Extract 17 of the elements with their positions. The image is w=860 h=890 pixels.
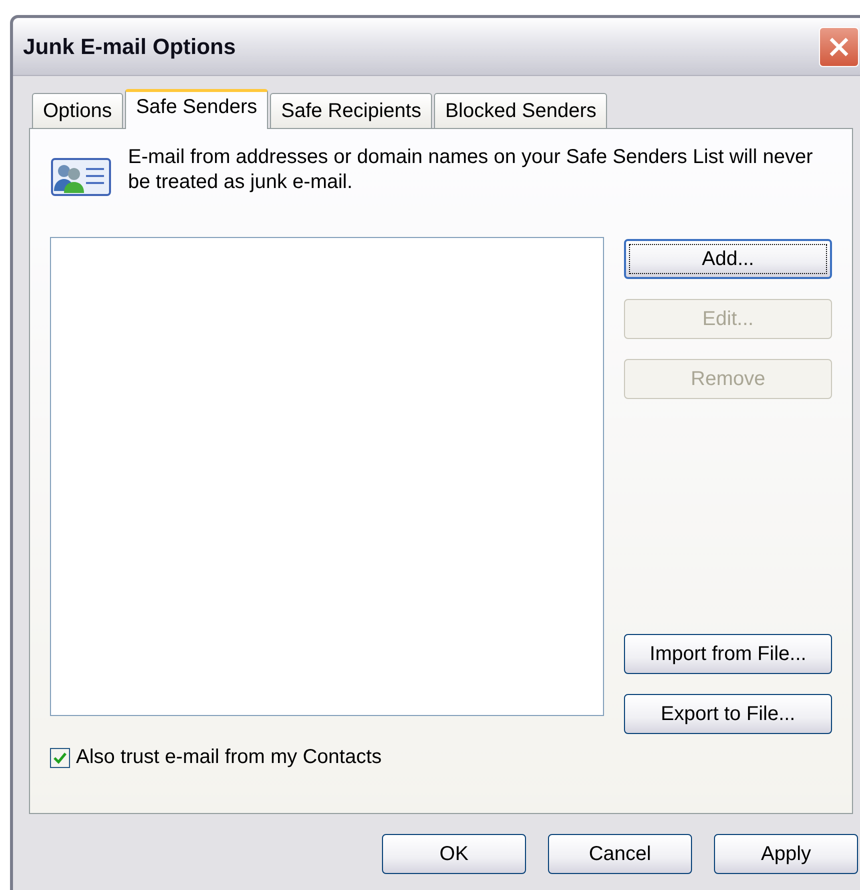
tab[interactable]: Safe Recipients [270,93,432,128]
tab[interactable]: Blocked Senders [434,93,608,128]
contacts-card-icon [50,157,112,197]
checkbox-label[interactable]: Also trust e-mail from my Contacts [76,746,382,769]
window-title: Junk E-mail Options [23,34,236,60]
dialog-button[interactable]: Apply [714,834,858,874]
check-icon [53,752,67,764]
side-button[interactable]: Import from File... [624,634,832,674]
tab[interactable]: Safe Senders [124,89,268,129]
checkbox[interactable] [50,748,70,768]
info-text: E-mail from addresses or domain names on your Safe Senders List will never be treated as junk e-mail. [128,145,814,195]
tab[interactable]: Options [32,93,123,128]
dialog-button[interactable]: Cancel [548,834,692,874]
dialog-button[interactable]: OK [382,834,526,874]
close-button[interactable] [819,26,859,66]
side-button[interactable]: Add... [624,239,832,279]
side-button[interactable]: Export to File... [624,694,832,734]
